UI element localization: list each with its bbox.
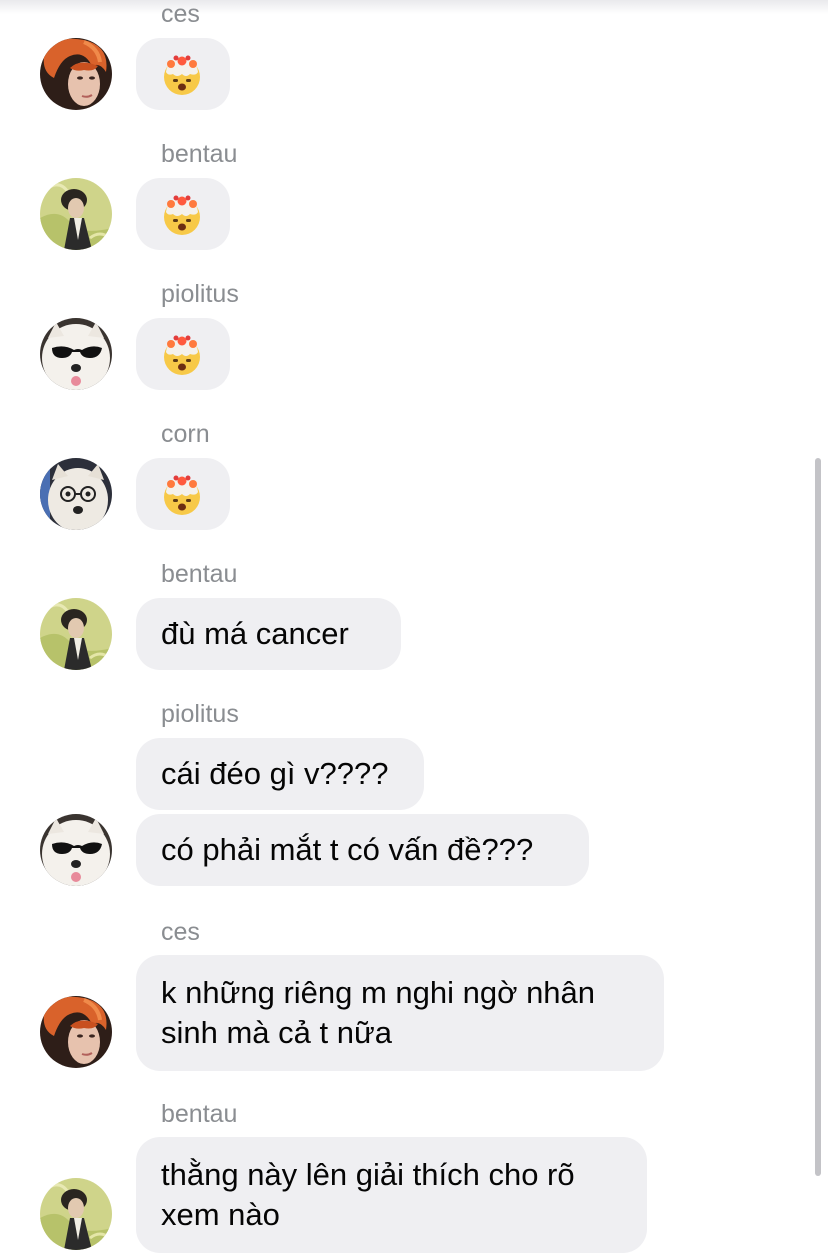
message-text: đù má cancer — [161, 616, 349, 651]
avatar[interactable] — [40, 38, 112, 110]
orange-hair-avatar-icon — [40, 996, 112, 1068]
sender-name: corn — [161, 420, 210, 448]
message-text: có phải mắt t có vấn đề??? — [161, 832, 534, 867]
sender-name: piolitus — [161, 280, 239, 308]
text-message-bubble[interactable]: đù má cancer — [136, 598, 401, 670]
mind-blown-emoji-icon — [164, 195, 200, 235]
text-message-bubble[interactable]: có phải mắt t có vấn đề??? — [136, 814, 589, 886]
sender-name: ces — [161, 918, 200, 946]
scrollbar[interactable] — [815, 458, 821, 1176]
dog-sunglasses-avatar-icon — [40, 814, 112, 886]
dog-sunglasses-avatar-icon — [40, 318, 112, 390]
text-message-bubble[interactable]: k những riêng m nghi ngờ nhân sinh mà cả… — [136, 955, 664, 1071]
avatar[interactable] — [40, 178, 112, 250]
bentau-avatar-icon — [40, 178, 112, 250]
sender-name: bentau — [161, 140, 238, 168]
emoji-message-bubble[interactable] — [136, 458, 230, 530]
message-text-line: k những riêng m nghi ngờ nhân — [161, 975, 596, 1010]
sender-name: bentau — [161, 1100, 238, 1128]
emoji-message-bubble[interactable] — [136, 318, 230, 390]
message-text-line: sinh mà cả t nữa — [161, 1015, 392, 1050]
bentau-avatar-icon — [40, 1178, 112, 1250]
bentau-avatar-icon — [40, 598, 112, 670]
top-fade — [0, 0, 828, 14]
text-message-bubble[interactable]: thằng này lên giải thích cho rõ xem nào — [136, 1137, 647, 1253]
sender-name: ces — [161, 0, 200, 28]
avatar[interactable] — [40, 1178, 112, 1250]
emoji-message-bubble[interactable] — [136, 178, 230, 250]
text-message-bubble[interactable]: cái đéo gì v???? — [136, 738, 424, 810]
mind-blown-emoji-icon — [164, 55, 200, 95]
avatar[interactable] — [40, 598, 112, 670]
orange-hair-avatar-icon — [40, 38, 112, 110]
avatar[interactable] — [40, 318, 112, 390]
message-text-line: xem nào — [161, 1197, 280, 1232]
sender-name: bentau — [161, 560, 238, 588]
emoji-message-bubble[interactable] — [136, 38, 230, 110]
avatar[interactable] — [40, 814, 112, 886]
message-text-line: thằng này lên giải thích cho rõ — [161, 1157, 575, 1192]
avatar[interactable] — [40, 458, 112, 530]
avatar[interactable] — [40, 996, 112, 1068]
mind-blown-emoji-icon — [164, 335, 200, 375]
sender-name: piolitus — [161, 700, 239, 728]
dog-glasses-avatar-icon — [40, 458, 112, 530]
mind-blown-emoji-icon — [164, 475, 200, 515]
message-text: cái đéo gì v???? — [161, 756, 389, 791]
